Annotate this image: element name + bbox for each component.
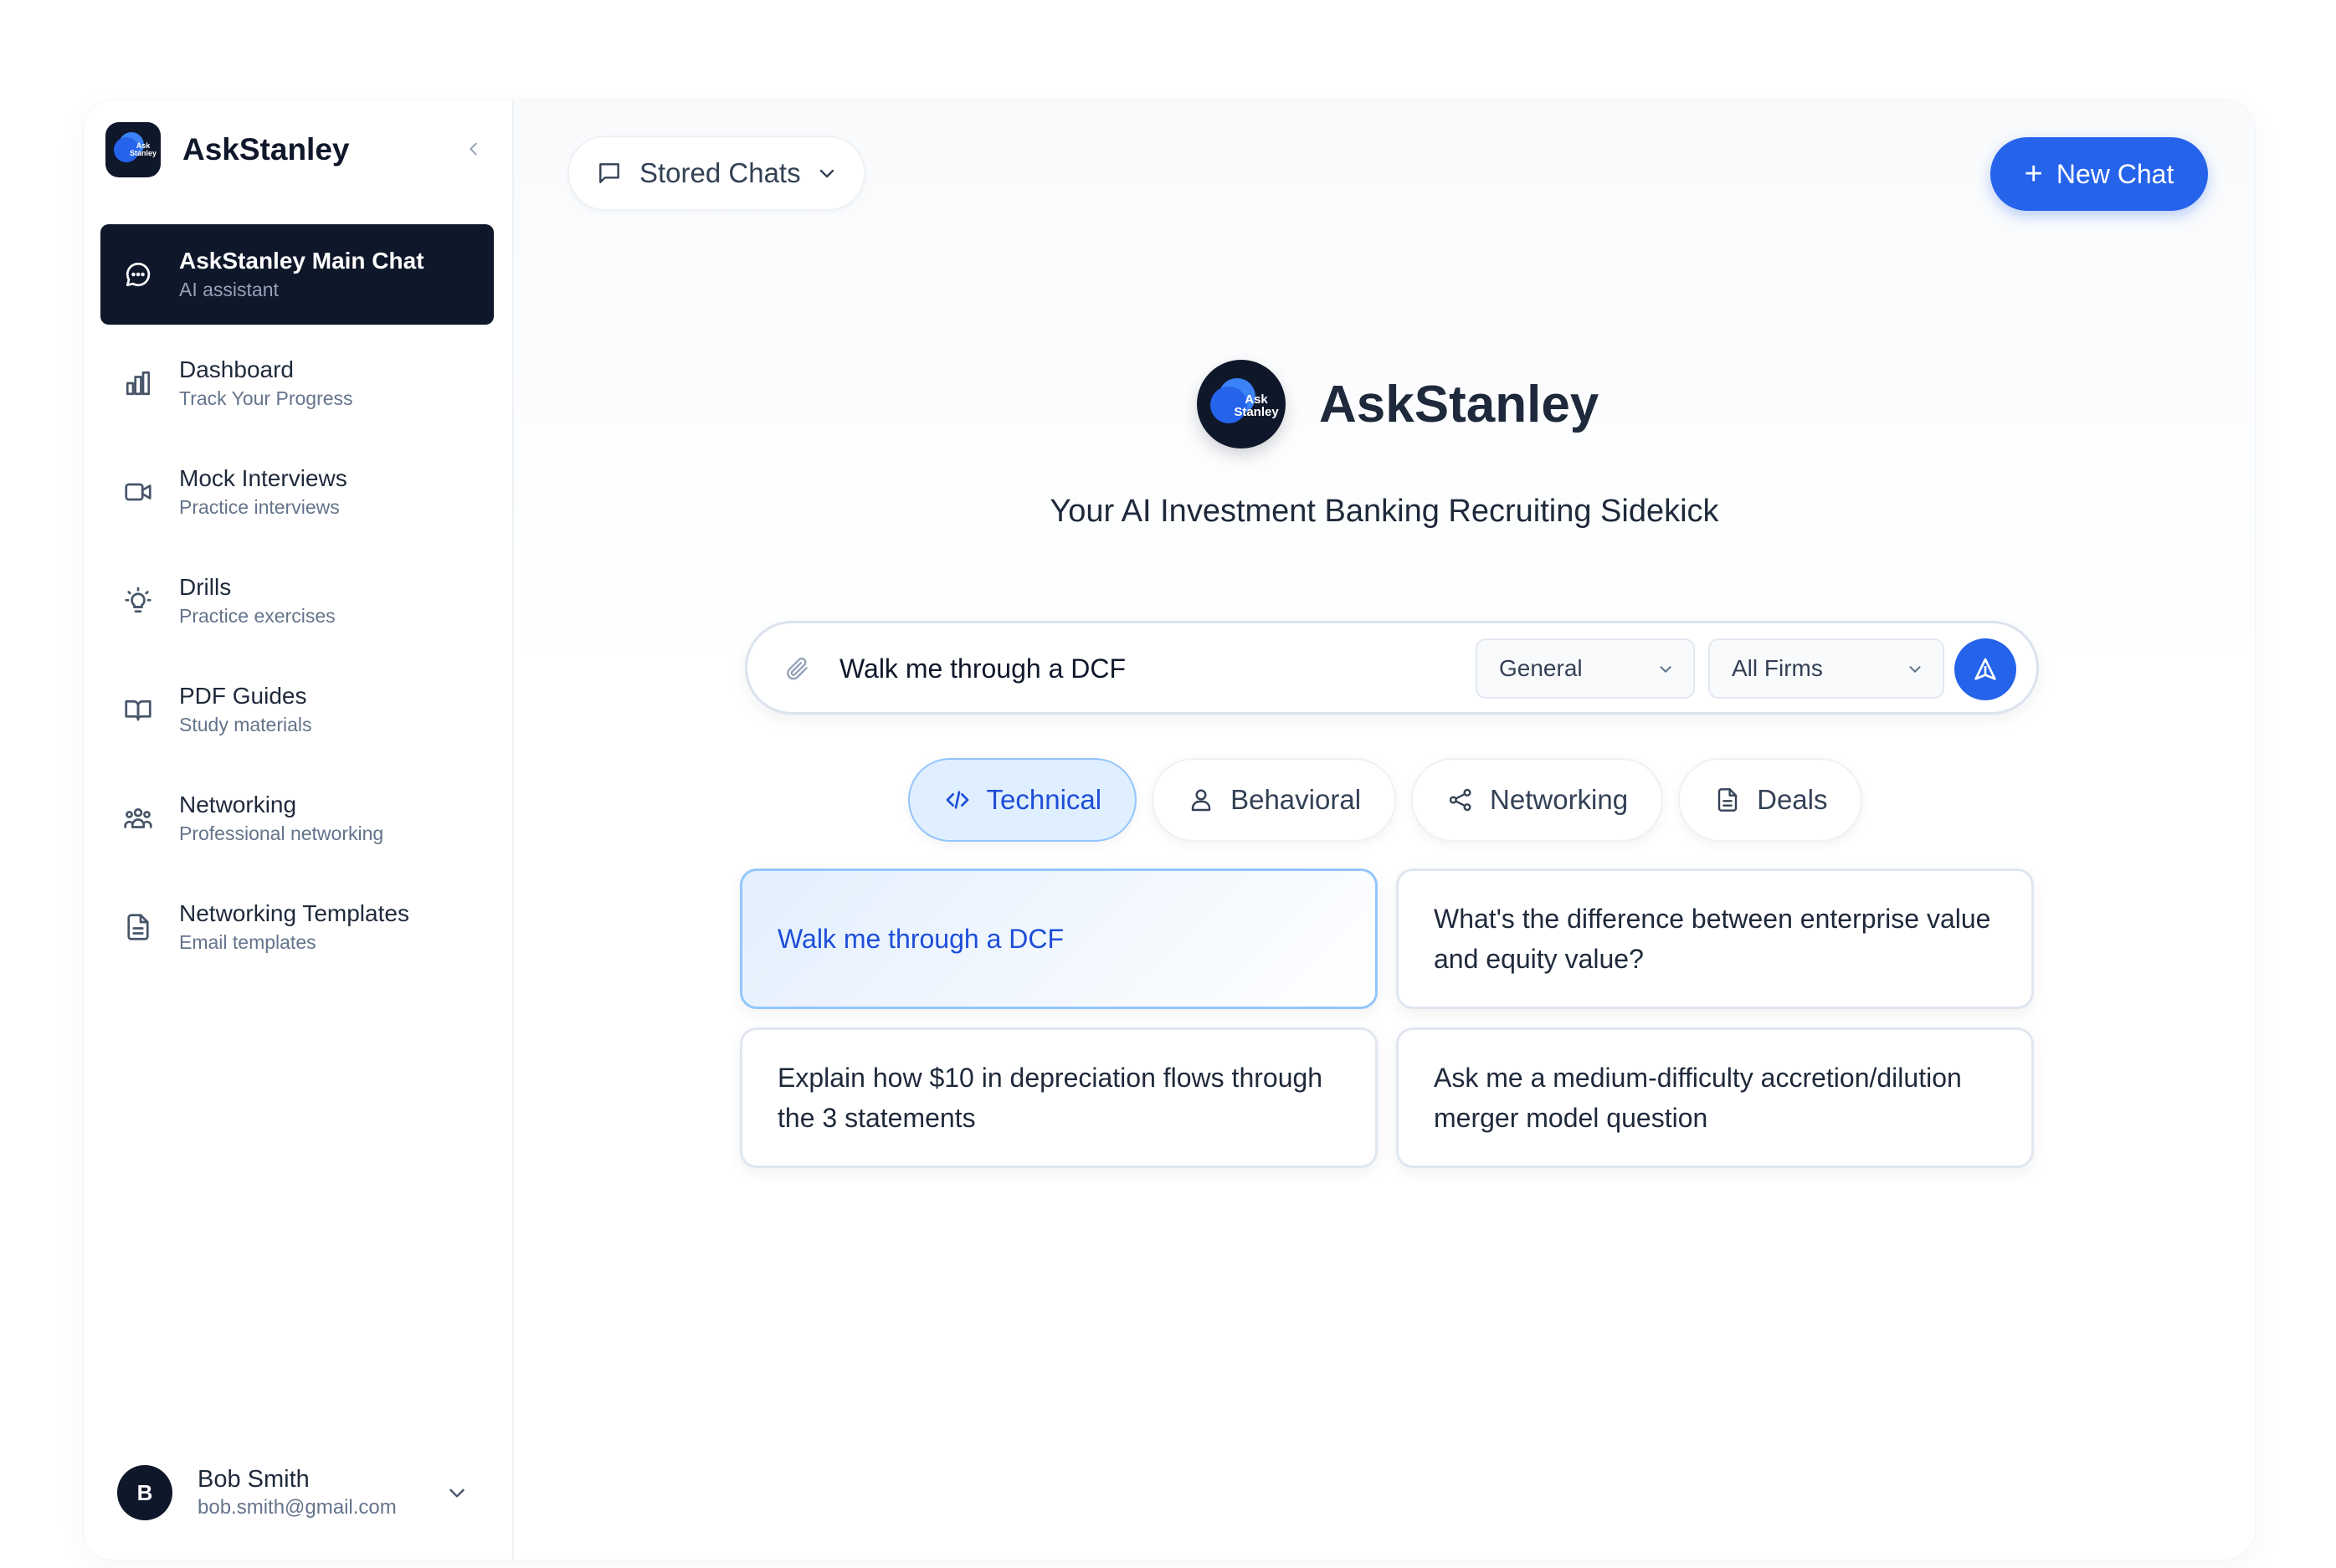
- category-select-value: General: [1499, 655, 1583, 681]
- hero-title: AskStanley: [1319, 376, 1599, 433]
- category-select[interactable]: General: [1476, 638, 1695, 699]
- brand-logo: Ask Stanley: [105, 122, 161, 177]
- app-window: Ask Stanley AskStanley AskStanley Main C…: [84, 100, 2255, 1560]
- user-name: Bob Smith: [198, 1466, 310, 1493]
- code-icon: [943, 786, 972, 814]
- video-camera-icon: [121, 474, 156, 510]
- sidebar-item-networking[interactable]: Networking Professional networking: [100, 768, 494, 869]
- suggestion-card[interactable]: What's the difference between enterprise…: [1396, 869, 2034, 1009]
- document-icon: [1713, 786, 1742, 814]
- user-menu[interactable]: B Bob Smith bob.smith@gmail.com: [117, 1459, 485, 1526]
- tab-label: Deals: [1757, 784, 1828, 815]
- chevron-down-icon: [1906, 660, 1924, 679]
- new-chat-label: New Chat: [2056, 158, 2174, 189]
- message-square-icon: [594, 158, 624, 188]
- sidebar-item-pdf-guides[interactable]: PDF Guides Study materials: [100, 659, 494, 760]
- document-icon: [121, 910, 156, 945]
- sidebar-item-label: Drills: [179, 574, 232, 600]
- suggestion-card[interactable]: Walk me through a DCF: [740, 869, 1378, 1009]
- sidebar-item-main-chat[interactable]: AskStanley Main Chat AI assistant: [100, 224, 494, 325]
- tab-label: Networking: [1490, 784, 1629, 815]
- sidebar-item-sublabel: Email templates: [179, 931, 316, 953]
- topic-tabs: Technical Behavioral Networking Deals: [514, 758, 2255, 842]
- tab-behavioral[interactable]: Behavioral: [1152, 758, 1397, 842]
- chevron-down-icon: [1656, 660, 1675, 679]
- send-button[interactable]: [1954, 638, 2016, 700]
- avatar: B: [117, 1465, 172, 1520]
- collapse-sidebar-button[interactable]: [457, 132, 490, 166]
- sidebar-item-sublabel: Study materials: [179, 714, 312, 735]
- tab-technical[interactable]: Technical: [907, 758, 1137, 842]
- sidebar-item-sublabel: Practice exercises: [179, 605, 336, 627]
- chevron-down-icon[interactable]: [442, 1478, 472, 1508]
- hero-logo: Ask Stanley: [1197, 360, 1286, 448]
- brand-name: AskStanley: [182, 132, 350, 167]
- chat-bubble-icon: [121, 257, 156, 292]
- sidebar-item-label: AskStanley Main Chat: [179, 248, 424, 274]
- suggestion-card[interactable]: Explain how $10 in depreciation flows th…: [740, 1027, 1378, 1168]
- sidebar-item-sublabel: Professional networking: [179, 822, 384, 844]
- new-chat-button[interactable]: + New Chat: [1990, 137, 2208, 211]
- chevron-down-icon: [816, 162, 838, 184]
- brand: Ask Stanley AskStanley: [105, 122, 490, 177]
- sidebar-nav: AskStanley Main Chat AI assistant Dashbo…: [100, 224, 494, 986]
- bar-chart-icon: [121, 366, 156, 401]
- sidebar-item-label: Networking: [179, 792, 297, 817]
- sidebar-item-sublabel: AI assistant: [179, 279, 279, 300]
- sidebar-item-mock-interviews[interactable]: Mock Interviews Practice interviews: [100, 442, 494, 542]
- main-panel: Stored Chats + New Chat Ask Stanley AskS…: [514, 100, 2255, 1560]
- firm-select[interactable]: All Firms: [1708, 638, 1944, 699]
- tab-networking[interactable]: Networking: [1411, 758, 1664, 842]
- tab-deals[interactable]: Deals: [1678, 758, 1863, 842]
- firm-select-value: All Firms: [1732, 655, 1823, 681]
- sidebar-item-label: Networking Templates: [179, 900, 409, 926]
- chat-input[interactable]: [839, 647, 1442, 690]
- people-icon: [121, 801, 156, 836]
- sidebar-item-label: PDF Guides: [179, 683, 307, 709]
- plus-icon: +: [2024, 156, 2043, 192]
- suggestion-grid: Walk me through a DCF What's the differe…: [740, 869, 2042, 1168]
- user-email: bob.smith@gmail.com: [198, 1496, 397, 1519]
- paperclip-icon[interactable]: [783, 653, 813, 684]
- sidebar-item-label: Mock Interviews: [179, 465, 347, 491]
- tab-label: Technical: [986, 784, 1102, 815]
- sidebar: Ask Stanley AskStanley AskStanley Main C…: [84, 100, 514, 1560]
- share-nodes-icon: [1446, 786, 1475, 814]
- sidebar-item-sublabel: Track Your Progress: [179, 387, 353, 409]
- sidebar-item-sublabel: Practice interviews: [179, 496, 340, 518]
- sidebar-item-networking-templates[interactable]: Networking Templates Email templates: [100, 877, 494, 977]
- lightbulb-icon: [121, 583, 156, 618]
- sidebar-item-dashboard[interactable]: Dashboard Track Your Progress: [100, 333, 494, 433]
- tab-label: Behavioral: [1230, 784, 1362, 815]
- hero-subtitle: Your AI Investment Banking Recruiting Si…: [1050, 494, 1719, 529]
- stored-chats-button[interactable]: Stored Chats: [567, 136, 865, 211]
- suggestion-card[interactable]: Ask me a medium-difficulty accretion/dil…: [1396, 1027, 2034, 1168]
- chat-composer: General All Firms: [745, 621, 2039, 715]
- send-icon: [1974, 658, 1996, 680]
- open-book-icon: [121, 692, 156, 727]
- user-icon: [1187, 786, 1215, 814]
- stored-chats-label: Stored Chats: [639, 157, 801, 188]
- sidebar-item-drills[interactable]: Drills Practice exercises: [100, 551, 494, 651]
- sidebar-item-label: Dashboard: [179, 356, 294, 382]
- chevron-left-icon: [470, 142, 477, 156]
